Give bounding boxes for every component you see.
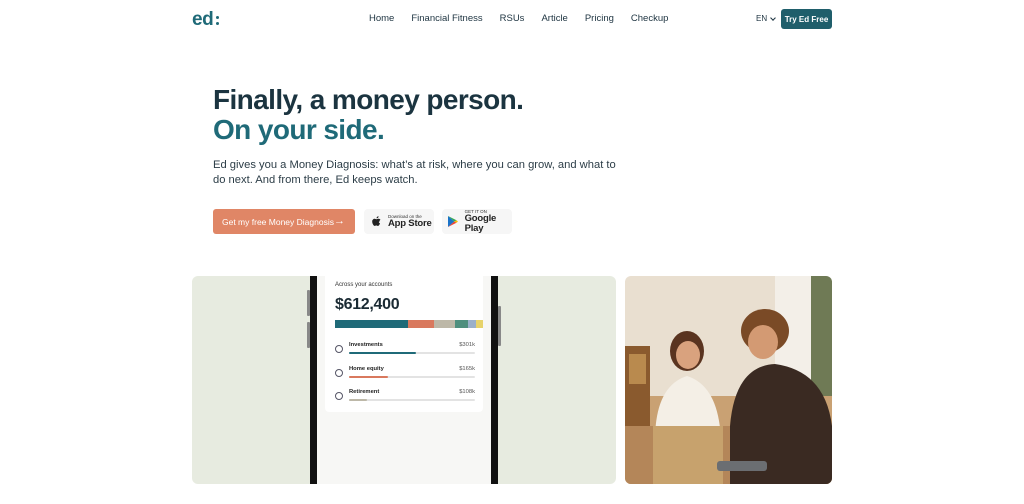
account-progress: [349, 376, 389, 378]
couple-photo-illustration: [625, 276, 832, 484]
allocation-bar: [335, 320, 483, 328]
apple-icon: [369, 215, 383, 228]
account-icon: [335, 369, 343, 377]
cta-label: Get my free Money Diagnosis: [222, 216, 334, 227]
language-label: EN: [756, 14, 768, 23]
account-value: $165k: [459, 366, 475, 372]
accounts-total: $612,400: [335, 296, 400, 313]
account-name: Investments: [349, 342, 383, 348]
account-icon: [335, 392, 343, 400]
account-value: $301k: [459, 342, 475, 348]
allocation-segment: [468, 320, 476, 328]
account-progress: [349, 399, 367, 401]
account-name: Retirement: [349, 389, 380, 395]
account-row-retirement[interactable]: Retirement $108k: [335, 389, 475, 407]
logo-text: ed: [192, 9, 214, 30]
nav-financial-fitness[interactable]: Financial Fitness: [411, 13, 482, 24]
try-ed-free-button[interactable]: Try Ed Free: [781, 9, 832, 29]
app-preview-panel: Across your accounts $612,400 Investment…: [192, 276, 616, 484]
hero-title-line2: On your side.: [213, 114, 385, 145]
allocation-segment: [335, 320, 408, 328]
phone-screen: Across your accounts $612,400 Investment…: [317, 276, 491, 484]
logo-dots-icon: [216, 15, 220, 25]
google-play-badge[interactable]: GET IT ON Google Play: [442, 209, 512, 234]
main-menu: Home Financial Fitness RSUs Article Pric…: [369, 13, 685, 24]
account-row-investments[interactable]: Investments $301k: [335, 342, 475, 360]
allocation-segment: [454, 320, 469, 328]
phone-mockup: Across your accounts $612,400 Investment…: [307, 276, 501, 484]
money-diagnosis-button[interactable]: Get my free Money Diagnosis →: [213, 209, 355, 234]
accounts-label: Across your accounts: [335, 282, 393, 288]
chevron-down-icon: [770, 14, 776, 21]
account-progress: [349, 352, 416, 354]
app-store-badge[interactable]: Download on the App Store: [364, 209, 434, 234]
hero-title-line1: Finally, a money person.: [213, 84, 524, 115]
language-selector[interactable]: EN: [756, 14, 776, 23]
couple-photo: [625, 276, 832, 484]
nav-rsus[interactable]: RSUs: [500, 13, 525, 24]
nav-checkup[interactable]: Checkup: [631, 13, 669, 24]
allocation-segment: [475, 320, 483, 328]
arrow-right-icon: →: [334, 215, 345, 227]
nav-pricing[interactable]: Pricing: [585, 13, 614, 24]
top-nav: ed Home Financial Fitness RSUs Article P…: [0, 0, 1024, 38]
nav-article[interactable]: Article: [541, 13, 567, 24]
google-play-big: Google Play: [464, 213, 497, 234]
account-value: $108k: [459, 389, 475, 395]
app-store-big: App Store: [388, 218, 432, 229]
allocation-segment: [407, 320, 435, 328]
account-row-home-equity[interactable]: Home equity $165k: [335, 366, 475, 384]
google-play-icon: [447, 215, 460, 228]
account-name: Home equity: [349, 366, 384, 372]
ed-logo[interactable]: ed: [192, 9, 220, 31]
hero-subtitle: Ed gives you a Money Diagnosis: what’s a…: [213, 159, 616, 186]
allocation-segment: [434, 320, 455, 328]
nav-home[interactable]: Home: [369, 13, 394, 24]
account-icon: [335, 345, 343, 353]
accounts-card: Across your accounts $612,400 Investment…: [325, 276, 483, 412]
